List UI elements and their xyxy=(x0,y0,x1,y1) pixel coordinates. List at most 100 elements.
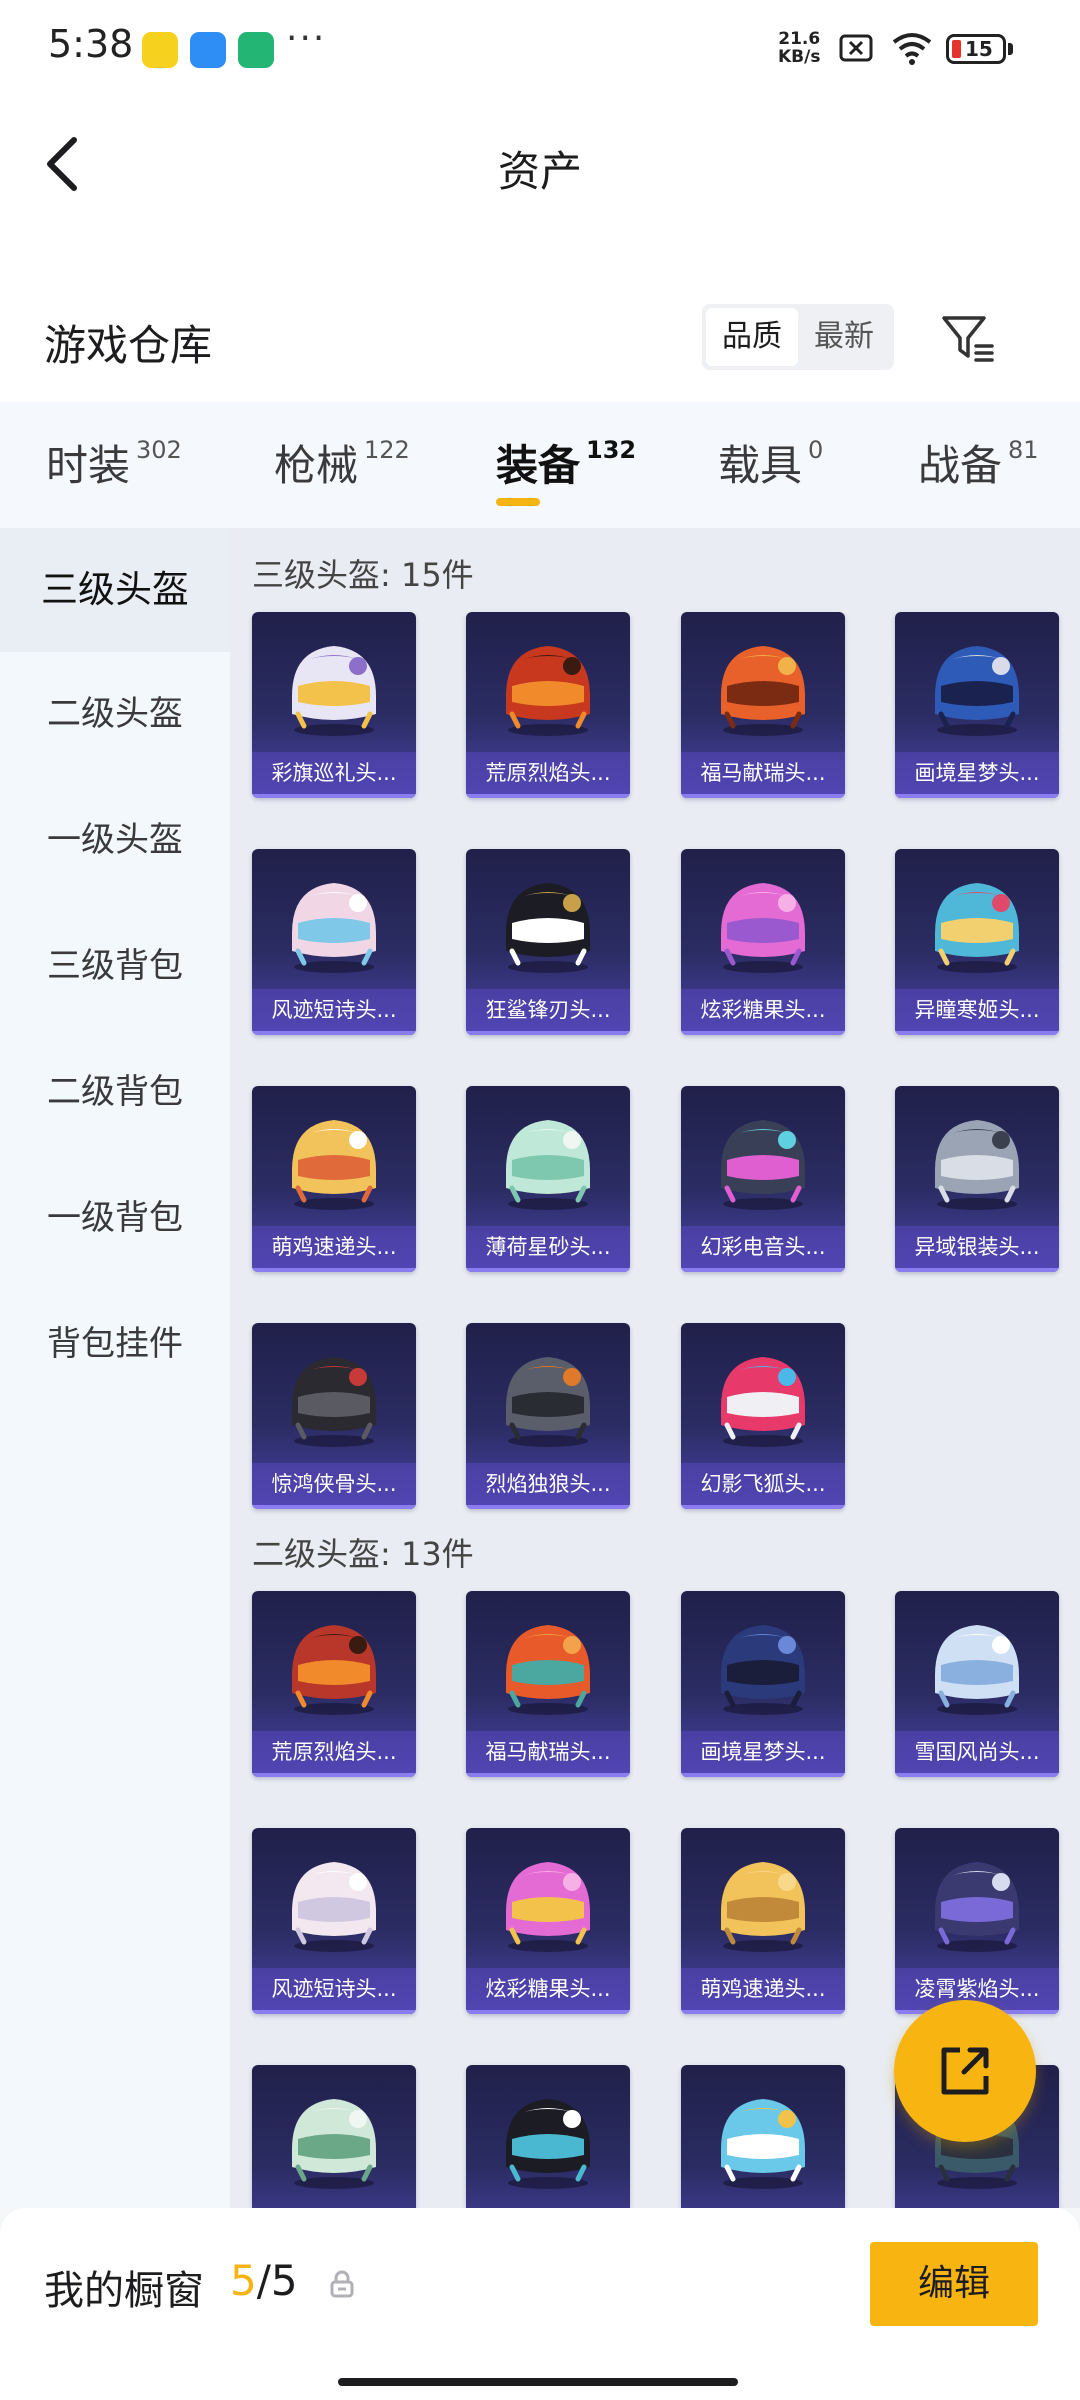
tab-count: 302 xyxy=(136,436,182,464)
item-card[interactable]: 雪国风尚头... xyxy=(895,1591,1059,1777)
sort-by-newest-button[interactable]: 最新 xyxy=(798,308,890,366)
item-name: 画境星梦头... xyxy=(895,752,1059,794)
helmet-icon xyxy=(506,646,590,736)
showcase-count: 5/5 xyxy=(230,2256,298,2305)
tab-vehicles[interactable]: 载具 0 xyxy=(718,432,823,493)
helmet-icon xyxy=(721,1357,805,1447)
group-title: 三级头盔: 15件 xyxy=(252,556,474,594)
edit-button[interactable]: 编辑 xyxy=(870,2242,1038,2326)
group-title: 二级头盔: 13件 xyxy=(252,1535,474,1573)
network-speed-value: 21.6 xyxy=(778,29,821,49)
item-card[interactable]: 炫彩糖果头... xyxy=(681,849,845,1035)
battery-cap xyxy=(1008,43,1013,55)
item-name: 荒原烈焰头... xyxy=(466,752,630,794)
item-card[interactable]: 惊鸿侠骨头... xyxy=(252,1323,416,1509)
item-card[interactable]: 画境星梦头... xyxy=(895,612,1059,798)
sidebar-item-level1-backpack[interactable]: 一级背包 xyxy=(0,1156,230,1280)
tab-label: 战备 xyxy=(918,441,1003,490)
helmet-icon xyxy=(935,1120,1019,1210)
sidebar-item-level3-backpack[interactable]: 三级背包 xyxy=(0,904,230,1028)
tab-fashion[interactable]: 时装 302 xyxy=(46,432,182,493)
item-name: 幻影飞狐头... xyxy=(681,1463,845,1505)
tab-label: 装备 xyxy=(496,441,581,490)
share-floating-button[interactable] xyxy=(894,2000,1036,2142)
helmet-icon xyxy=(721,1625,805,1715)
sidebar-item-level3-helmet[interactable]: 三级头盔 xyxy=(0,528,230,652)
item-card[interactable]: 幻彩电音头... xyxy=(681,1086,845,1272)
item-name: 薄荷星砂头... xyxy=(466,1226,630,1268)
filter-icon[interactable] xyxy=(938,310,998,370)
lock-icon xyxy=(330,2270,354,2298)
item-card[interactable]: 风迹短诗头... xyxy=(252,1828,416,2014)
item-name: 异瞳寒姬头... xyxy=(895,989,1059,1031)
item-name: 萌鸡速递头... xyxy=(681,1968,845,2010)
battery-icon: 15 xyxy=(946,34,1006,64)
tab-label: 枪械 xyxy=(274,441,359,490)
item-card[interactable]: 狂鲨锋刃头... xyxy=(466,849,630,1035)
item-name: 雪国风尚头... xyxy=(895,1731,1059,1773)
item-card[interactable]: 风迹短诗头... xyxy=(252,849,416,1035)
helmet-icon xyxy=(506,1862,590,1952)
helmet-icon xyxy=(935,1862,1019,1952)
helmet-icon xyxy=(721,883,805,973)
share-icon xyxy=(941,2047,989,2095)
showcase-bar: 我的橱窗 5/5 编辑 xyxy=(0,2208,1080,2400)
item-name: 惊鸿侠骨头... xyxy=(252,1463,416,1505)
item-card[interactable]: 画境星梦头... xyxy=(681,1591,845,1777)
tab-weapons[interactable]: 枪械 122 xyxy=(274,432,410,493)
item-card[interactable]: 炫彩糖果头... xyxy=(466,1828,630,2014)
item-name: 福马献瑞头... xyxy=(466,1731,630,1773)
helmet-icon xyxy=(506,1120,590,1210)
category-tabs: 时装 302 枪械 122 装备 132 载具 0 战备 81 xyxy=(0,402,1080,528)
tab-count: 122 xyxy=(364,436,410,464)
item-name: 狂鲨锋刃头... xyxy=(466,989,630,1031)
item-name: 异域银装头... xyxy=(895,1226,1059,1268)
page-header: 资产 xyxy=(0,100,1080,300)
status-time: 5:38 xyxy=(48,22,134,66)
helmet-icon xyxy=(721,1120,805,1210)
more-notifications-icon: ··· xyxy=(286,18,327,59)
item-card[interactable]: 福马献瑞头... xyxy=(681,612,845,798)
sidebar-item-level2-helmet[interactable]: 二级头盔 xyxy=(0,652,230,776)
sidebar-item-level2-backpack[interactable]: 二级背包 xyxy=(0,1030,230,1154)
showcase-count-current: 5 xyxy=(230,2256,257,2305)
helmet-icon xyxy=(935,883,1019,973)
item-card[interactable] xyxy=(466,2065,630,2208)
tab-supplies[interactable]: 战备 81 xyxy=(918,432,1039,493)
item-card[interactable] xyxy=(252,2065,416,2208)
item-card[interactable] xyxy=(681,2065,845,2208)
helmet-icon xyxy=(506,2099,590,2189)
item-card[interactable]: 异瞳寒姬头... xyxy=(895,849,1059,1035)
item-card[interactable]: 荒原烈焰头... xyxy=(252,1591,416,1777)
item-card[interactable]: 荒原烈焰头... xyxy=(466,612,630,798)
network-speed: 21.6 KB/s xyxy=(778,30,820,66)
item-name: 彩旗巡礼头... xyxy=(252,752,416,794)
sidebar-item-level1-helmet[interactable]: 一级头盔 xyxy=(0,778,230,902)
item-card[interactable]: 幻影飞狐头... xyxy=(681,1323,845,1509)
sort-by-quality-button[interactable]: 品质 xyxy=(706,308,798,366)
item-name: 萌鸡速递头... xyxy=(252,1226,416,1268)
item-card[interactable]: 薄荷星砂头... xyxy=(466,1086,630,1272)
showcase-label: 我的橱窗 xyxy=(44,2268,204,2314)
item-card[interactable]: 异域银装头... xyxy=(895,1086,1059,1272)
helmet-icon xyxy=(721,646,805,736)
item-name: 荒原烈焰头... xyxy=(252,1731,416,1773)
item-card[interactable]: 彩旗巡礼头... xyxy=(252,612,416,798)
warehouse-section-bar: 游戏仓库 品质 最新 xyxy=(0,290,1080,402)
item-card[interactable]: 烈焰独狼头... xyxy=(466,1323,630,1509)
wifi-icon xyxy=(892,33,932,65)
item-card[interactable]: 福马献瑞头... xyxy=(466,1591,630,1777)
item-card[interactable]: 萌鸡速递头... xyxy=(681,1828,845,2014)
tab-count: 81 xyxy=(1008,436,1039,464)
tab-equipment[interactable]: 装备 132 xyxy=(496,432,636,493)
helmet-icon xyxy=(721,1862,805,1952)
section-title: 游戏仓库 xyxy=(44,321,213,370)
item-name: 炫彩糖果头... xyxy=(681,989,845,1031)
item-card[interactable]: 萌鸡速递头... xyxy=(252,1086,416,1272)
helmet-icon xyxy=(506,883,590,973)
sim-off-icon xyxy=(839,34,873,62)
item-card[interactable]: 凌霄紫焰头... xyxy=(895,1828,1059,2014)
sidebar-item-backpack-charm[interactable]: 背包挂件 xyxy=(0,1282,230,1406)
helmet-icon xyxy=(292,883,376,973)
item-name: 烈焰独狼头... xyxy=(466,1463,630,1505)
